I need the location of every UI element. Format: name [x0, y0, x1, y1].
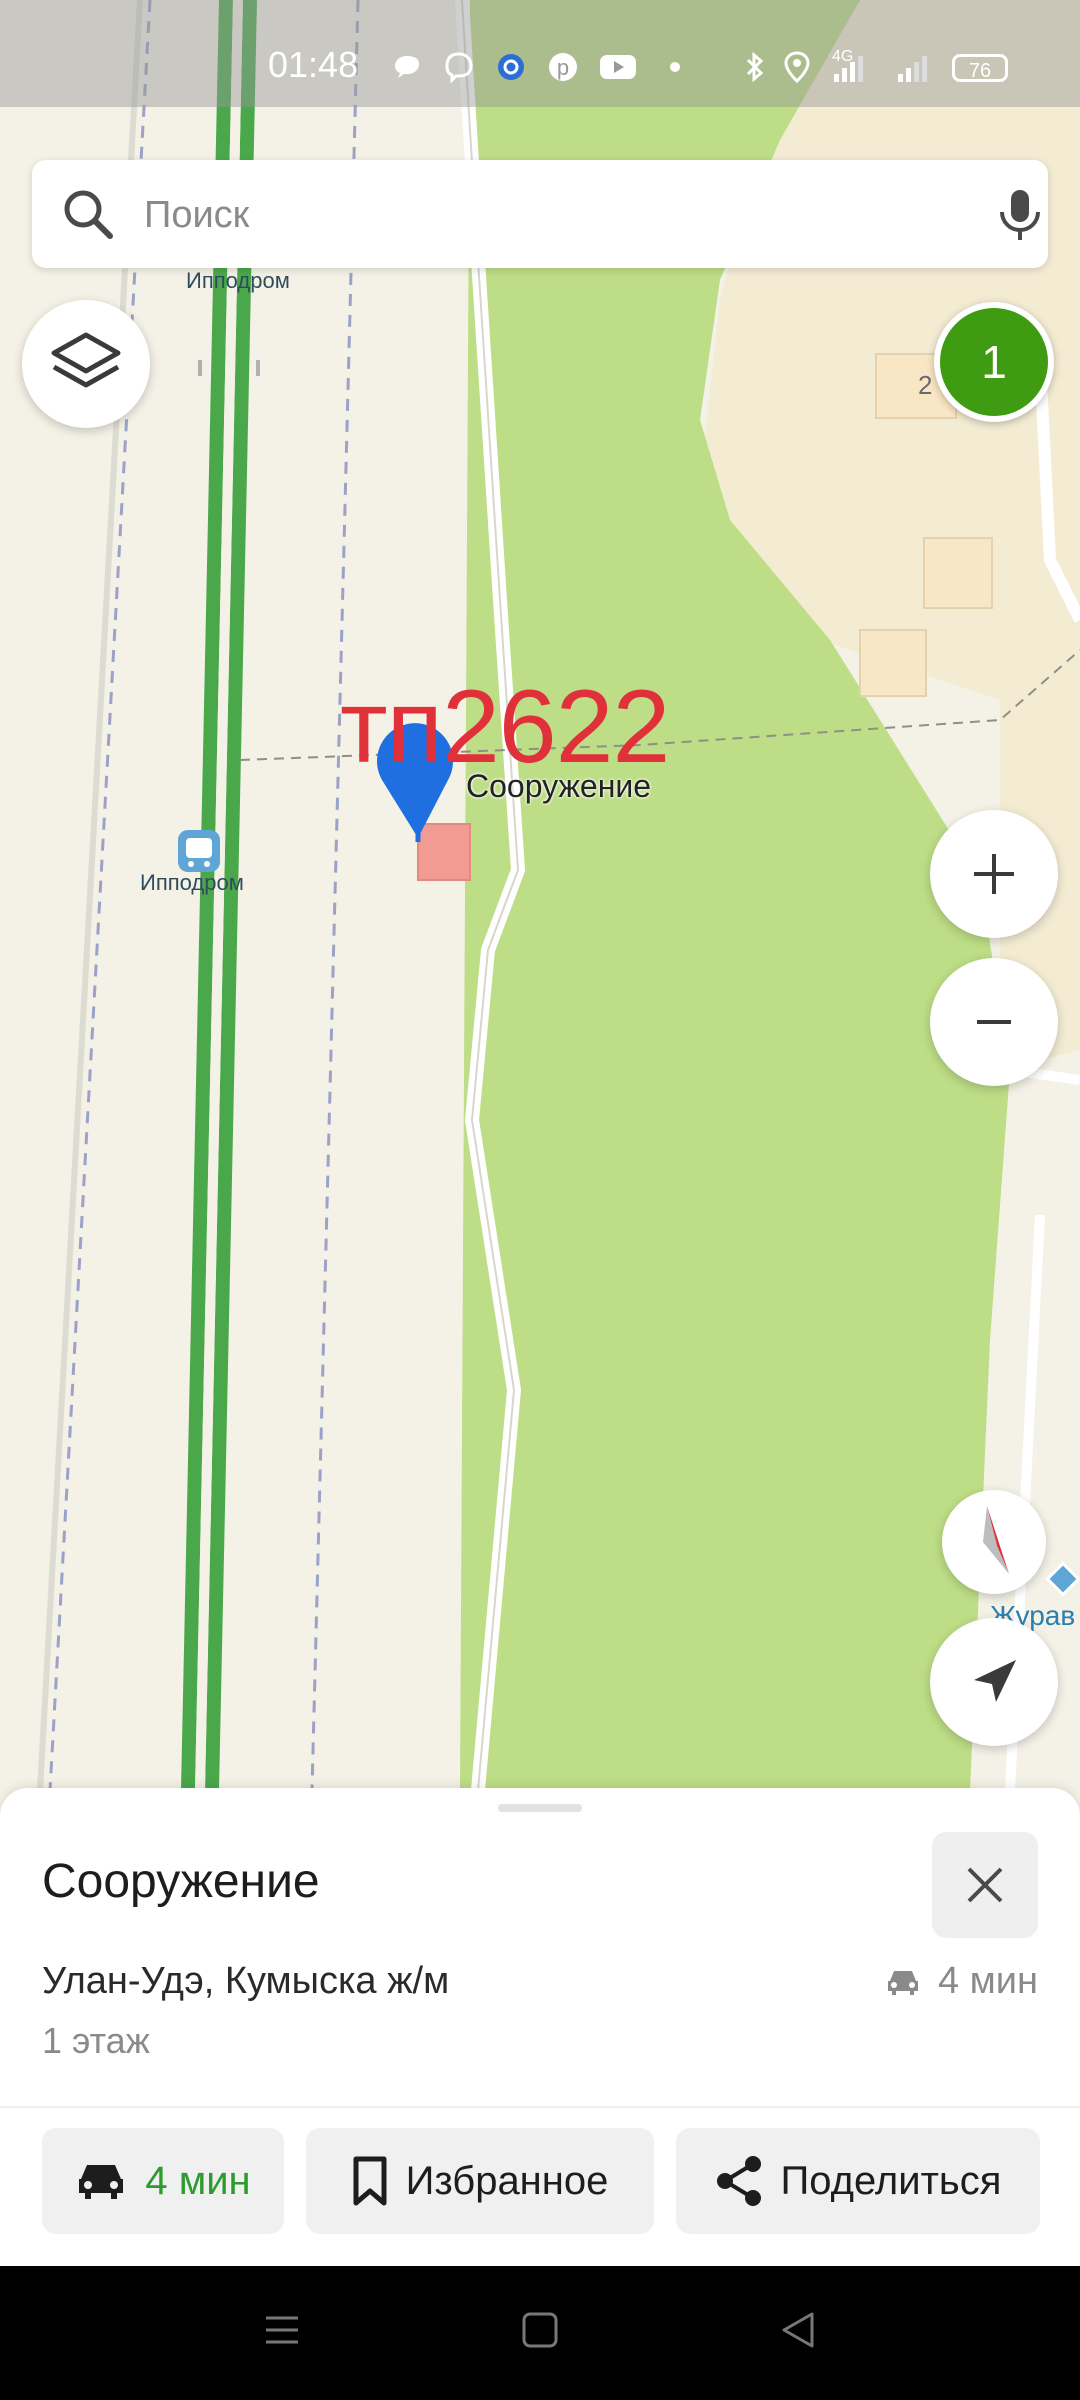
place-card[interactable]: Сооружение Улан-Удэ, Кумыска ж/м 1 этаж …: [0, 1788, 1080, 2266]
system-nav-bar: [0, 2266, 1080, 2400]
share-button[interactable]: Поделиться: [676, 2128, 1040, 2234]
battery-indicator: 76: [952, 54, 1008, 82]
close-icon: [967, 1867, 1003, 1903]
favorite-button[interactable]: Избранное: [306, 2128, 654, 2234]
map-label-ippodrom-stop[interactable]: Ипподром: [140, 870, 244, 896]
map-label-building-number: 2: [918, 370, 933, 400]
sheet-grabber[interactable]: [498, 1804, 582, 1812]
dot-icon: [658, 50, 692, 84]
compass-icon: [983, 1506, 1009, 1574]
route-button[interactable]: 4 мин: [42, 2128, 284, 2234]
home-nav-button[interactable]: [520, 2310, 560, 2355]
status-time: 01:48: [268, 44, 359, 85]
home-square-icon: [522, 2312, 558, 2348]
browser-icon: [494, 50, 528, 84]
status-bar: 01:48 p 4G 76: [0, 0, 1080, 107]
eta-text: 4 мин: [937, 1960, 1038, 2002]
divider: [0, 2106, 1080, 2108]
menu-nav-button[interactable]: [262, 2310, 302, 2355]
minus-icon: [977, 1020, 1011, 1024]
zoom-out-button[interactable]: [930, 958, 1058, 1086]
navigation-arrow-icon: [974, 1660, 1016, 1702]
search-input[interactable]: [142, 182, 946, 248]
search-bar[interactable]: [32, 160, 1048, 268]
message-icon: [390, 50, 424, 84]
location-icon: [780, 50, 814, 84]
layers-button[interactable]: [22, 300, 150, 428]
network-type-label: 4G: [832, 48, 854, 65]
viber-icon: [442, 50, 476, 84]
my-location-button[interactable]: [930, 1618, 1058, 1746]
car-icon: [79, 2165, 124, 2199]
place-floors: 1 этаж: [42, 2020, 150, 2061]
bookmark-icon: [353, 2156, 387, 2206]
map-label-ippodrom-top[interactable]: Ипподром: [186, 268, 290, 294]
eta-info: 4 мин: [884, 1960, 1038, 2003]
share-label: Поделиться: [780, 2158, 1002, 2203]
place-title: Сооружение: [42, 1855, 320, 1908]
signal-icon: [892, 50, 936, 84]
share-icon: [716, 2156, 761, 2206]
svg-text:p: p: [557, 55, 569, 80]
zoom-in-button[interactable]: [930, 810, 1058, 938]
favorite-label: Избранное: [405, 2158, 609, 2203]
route-label: 4 мин: [145, 2158, 251, 2203]
search-icon[interactable]: [60, 186, 116, 242]
bluetooth-icon: [738, 50, 772, 84]
youtube-icon: [598, 50, 638, 84]
car-icon: [887, 1970, 918, 1995]
plus-icon: [974, 854, 1014, 894]
back-nav-button[interactable]: [778, 2310, 818, 2355]
microphone-icon[interactable]: [990, 184, 1050, 244]
menu-icon: [266, 2316, 298, 2344]
map-view[interactable]: Ипподром Ипподром 2 тп2622 Сооружение Жу…: [0, 0, 1080, 1790]
compass-button[interactable]: [942, 1490, 1046, 1594]
layers-icon: [51, 332, 121, 388]
cluster-badge[interactable]: 1: [934, 302, 1054, 422]
map-label-structure[interactable]: Сооружение: [466, 768, 651, 805]
pinterest-icon: p: [546, 50, 580, 84]
close-button[interactable]: [932, 1832, 1038, 1938]
back-triangle-icon: [782, 2312, 814, 2348]
place-address: Улан-Удэ, Кумыска ж/м: [42, 1960, 450, 2002]
